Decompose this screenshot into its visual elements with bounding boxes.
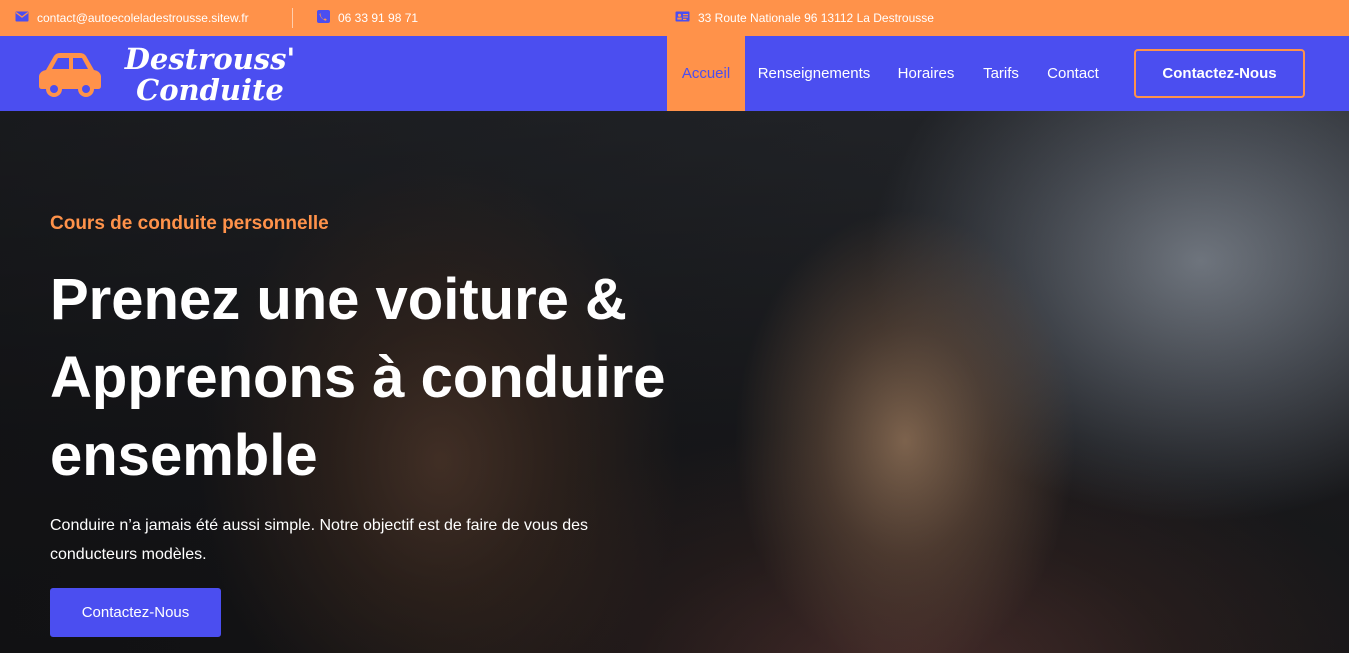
hero-title-line-2: Apprenons à conduire: [50, 345, 666, 410]
top-contact-bar: contact@autoecoleladestrousse.sitew.fr 0…: [0, 0, 1349, 36]
address-card-icon: [675, 11, 690, 25]
nav-item-accueil[interactable]: Accueil: [667, 36, 745, 111]
hero-contact-button[interactable]: Contactez-Nous: [50, 588, 221, 637]
phone-icon: [317, 10, 330, 26]
logo-line-1: Destrouss': [124, 42, 296, 76]
nav-item-renseignements[interactable]: Renseignements: [745, 36, 883, 111]
hero-title: Prenez une voiture & Apprenons à conduir…: [50, 261, 690, 495]
topbar-email-text: contact@autoecoleladestrousse.sitew.fr: [37, 11, 249, 25]
hero-title-line-3: ensemble: [50, 423, 318, 488]
topbar-phone-text: 06 33 91 98 71: [338, 11, 419, 25]
nav-item-horaires[interactable]: Horaires: [883, 36, 969, 111]
topbar-address-text: 33 Route Nationale 96 13112 La Destrouss…: [698, 11, 934, 25]
mail-icon: [15, 11, 29, 25]
nav-item-tarifs[interactable]: Tarifs: [969, 36, 1033, 111]
topbar-email[interactable]: contact@autoecoleladestrousse.sitew.fr: [15, 0, 249, 36]
logo-line-2: Conduite: [136, 73, 284, 107]
hero-description: Conduire n’a jamais été aussi simple. No…: [50, 517, 589, 563]
topbar-phone[interactable]: 06 33 91 98 71: [317, 0, 418, 36]
car-icon: [39, 53, 101, 97]
hero-section: Cours de conduite personnelle Prenez une…: [0, 111, 1349, 653]
nav-item-contact[interactable]: Contact: [1033, 36, 1113, 111]
main-navbar: Destrouss' Conduite Accueil Renseignemen…: [0, 36, 1349, 111]
nav-contact-button[interactable]: Contactez-Nous: [1134, 49, 1305, 98]
topbar-divider: [292, 8, 293, 28]
topbar-address: 33 Route Nationale 96 13112 La Destrouss…: [675, 0, 934, 36]
hero-kicker: Cours de conduite personnelle: [50, 213, 329, 234]
logo-text: Destrouss' Conduite: [110, 44, 310, 106]
hero-title-line-1: Prenez une voiture &: [50, 267, 627, 332]
